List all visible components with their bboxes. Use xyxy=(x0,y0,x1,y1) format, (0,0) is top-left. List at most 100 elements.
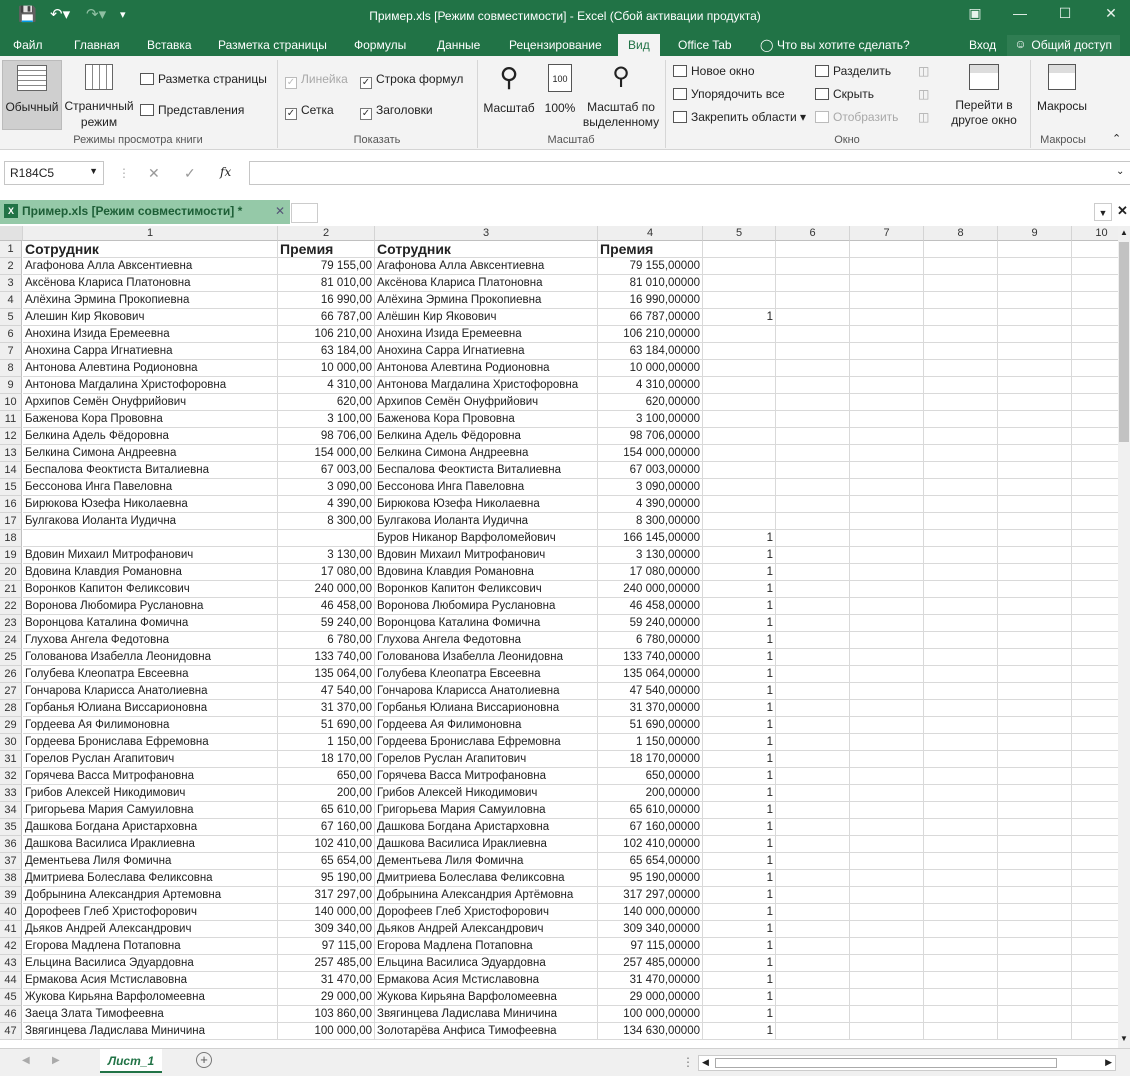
table-cell[interactable]: Антонова Алевтина Родионовна xyxy=(375,360,598,377)
table-cell[interactable] xyxy=(703,445,776,462)
table-cell[interactable] xyxy=(924,853,998,870)
close-tab-icon[interactable]: ✕ xyxy=(275,204,285,218)
row-header[interactable]: 34 xyxy=(0,802,22,819)
table-cell[interactable]: Анохина Изида Еремеевна xyxy=(23,326,278,343)
table-cell[interactable]: Воронова Любомира Руслановна xyxy=(23,598,278,615)
table-cell[interactable] xyxy=(1072,530,1118,547)
table-cell[interactable]: Анохина Изида Еремеевна xyxy=(375,326,598,343)
table-cell[interactable] xyxy=(703,241,776,258)
table-cell[interactable]: 1 xyxy=(703,700,776,717)
row-header[interactable]: 27 xyxy=(0,683,22,700)
table-cell[interactable]: 4 390,00 xyxy=(278,496,375,513)
table-cell[interactable] xyxy=(776,683,850,700)
reset-window-icon[interactable]: ◫ xyxy=(918,110,929,124)
tab-view[interactable]: Вид xyxy=(618,34,660,56)
row-header[interactable]: 38 xyxy=(0,870,22,887)
table-cell[interactable]: Бессонова Инга Павеловна xyxy=(23,479,278,496)
formula-input[interactable] xyxy=(249,161,1130,185)
table-cell[interactable] xyxy=(776,938,850,955)
table-cell[interactable]: 1 xyxy=(703,887,776,904)
table-cell[interactable] xyxy=(998,836,1072,853)
table-cell[interactable]: 106 210,00 xyxy=(278,326,375,343)
horizontal-scrollbar[interactable]: ◀ ▶ xyxy=(698,1055,1116,1071)
table-cell[interactable] xyxy=(776,768,850,785)
row-header[interactable]: 1 xyxy=(0,241,22,258)
table-cell[interactable] xyxy=(278,530,375,547)
share-button[interactable]: ☺ Общий доступ xyxy=(1007,35,1120,56)
table-cell[interactable]: 1 xyxy=(703,615,776,632)
row-header[interactable]: 19 xyxy=(0,547,22,564)
table-cell[interactable] xyxy=(1072,479,1118,496)
table-cell[interactable] xyxy=(850,445,924,462)
table-cell[interactable] xyxy=(776,530,850,547)
row-header[interactable]: 45 xyxy=(0,989,22,1006)
table-cell[interactable]: Грибов Алексей Никодимович xyxy=(375,785,598,802)
table-cell[interactable]: Добрынина Александрия Артёмовна xyxy=(375,887,598,904)
confirm-entry-icon[interactable]: ✓ xyxy=(184,165,196,182)
table-cell[interactable] xyxy=(924,581,998,598)
table-cell[interactable]: Вдовина Клавдия Романовна xyxy=(23,564,278,581)
table-cell[interactable] xyxy=(850,853,924,870)
row-header[interactable]: 13 xyxy=(0,445,22,462)
table-cell[interactable]: 1 xyxy=(703,853,776,870)
new-window-button[interactable]: Новое окно xyxy=(673,64,755,78)
table-cell[interactable]: 3 090,00000 xyxy=(598,479,703,496)
table-cell[interactable]: 31 370,00000 xyxy=(598,700,703,717)
table-cell[interactable]: 1 xyxy=(703,768,776,785)
table-cell[interactable] xyxy=(776,360,850,377)
table-cell[interactable] xyxy=(924,309,998,326)
table-cell[interactable]: 17 080,00000 xyxy=(598,564,703,581)
table-cell[interactable] xyxy=(924,275,998,292)
table-cell[interactable]: 620,00000 xyxy=(598,394,703,411)
column-header[interactable]: 8 xyxy=(924,226,998,241)
table-cell[interactable]: 317 297,00 xyxy=(278,887,375,904)
row-header[interactable]: 6 xyxy=(0,326,22,343)
table-cell[interactable]: Сотрудник xyxy=(23,241,278,258)
table-cell[interactable]: Анохина Сарра Игнатиевна xyxy=(375,343,598,360)
table-cell[interactable] xyxy=(924,700,998,717)
table-cell[interactable] xyxy=(1072,394,1118,411)
table-cell[interactable]: 95 190,00 xyxy=(278,870,375,887)
table-cell[interactable]: 1 xyxy=(703,598,776,615)
row-header[interactable]: 24 xyxy=(0,632,22,649)
row-header[interactable]: 44 xyxy=(0,972,22,989)
table-cell[interactable] xyxy=(850,955,924,972)
table-cell[interactable] xyxy=(1072,904,1118,921)
table-cell[interactable]: Голованова Изабелла Леонидовна xyxy=(23,649,278,666)
table-cell[interactable]: Аксёнова Клариса Платоновна xyxy=(23,275,278,292)
table-cell[interactable] xyxy=(924,785,998,802)
table-cell[interactable] xyxy=(850,632,924,649)
table-cell[interactable] xyxy=(998,513,1072,530)
row-header[interactable]: 46 xyxy=(0,1006,22,1023)
table-cell[interactable]: Антонова Алевтина Родионовна xyxy=(23,360,278,377)
table-cell[interactable] xyxy=(1072,513,1118,530)
table-cell[interactable] xyxy=(850,581,924,598)
row-header[interactable]: 11 xyxy=(0,411,22,428)
table-cell[interactable] xyxy=(924,887,998,904)
table-cell[interactable]: 257 485,00 xyxy=(278,955,375,972)
table-cell[interactable] xyxy=(998,360,1072,377)
table-cell[interactable] xyxy=(924,836,998,853)
zoom-button[interactable]: ⚲ Масштаб xyxy=(480,60,538,116)
table-cell[interactable]: 51 690,00 xyxy=(278,717,375,734)
table-cell[interactable] xyxy=(924,496,998,513)
table-cell[interactable] xyxy=(924,802,998,819)
row-header[interactable]: 3 xyxy=(0,275,22,292)
table-cell[interactable] xyxy=(998,887,1072,904)
row-header[interactable]: 4 xyxy=(0,292,22,309)
row-header[interactable]: 31 xyxy=(0,751,22,768)
table-cell[interactable] xyxy=(1072,496,1118,513)
table-cell[interactable] xyxy=(776,241,850,258)
table-cell[interactable] xyxy=(850,394,924,411)
maximize-icon[interactable]: ☐ xyxy=(1050,5,1080,22)
table-cell[interactable] xyxy=(998,615,1072,632)
table-cell[interactable] xyxy=(850,1006,924,1023)
table-cell[interactable]: 1 xyxy=(703,972,776,989)
table-cell[interactable]: 95 190,00000 xyxy=(598,870,703,887)
table-cell[interactable] xyxy=(998,309,1072,326)
table-cell[interactable] xyxy=(850,513,924,530)
close-document-icon[interactable]: ✕ xyxy=(1117,203,1128,219)
table-cell[interactable]: Гончарова Кларисса Анатолиевна xyxy=(375,683,598,700)
table-cell[interactable]: Горбанья Юлиана Виссарионовна xyxy=(23,700,278,717)
table-cell[interactable] xyxy=(1072,377,1118,394)
